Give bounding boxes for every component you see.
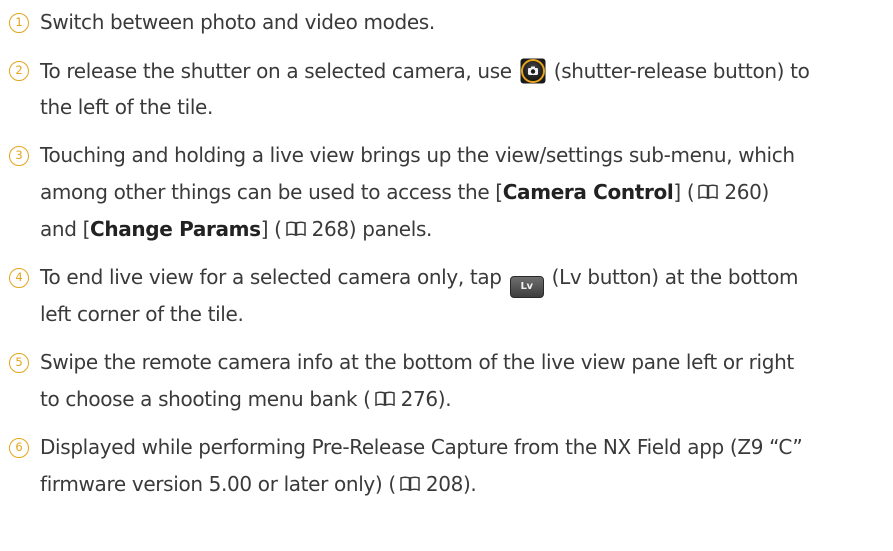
- item-text-segment: ] (: [673, 180, 695, 204]
- page-reference: 268) panels.: [311, 217, 433, 241]
- menu-name-change-params: Change Params: [90, 217, 261, 241]
- menu-name-camera-control: Camera Control: [502, 180, 674, 204]
- item-text-segment: among other things can be used to access…: [40, 180, 503, 204]
- item-text-segment: Swipe the remote camera info at the bott…: [40, 350, 794, 374]
- item-number-badge: 1: [9, 13, 29, 33]
- book-icon: [697, 181, 719, 205]
- item-text-segment: the left of the tile.: [40, 95, 214, 119]
- item-text-line: Switch between photo and video modes.: [40, 10, 435, 34]
- item-text-segment: left corner of the tile.: [40, 302, 244, 326]
- item-number-badge: 4: [9, 268, 29, 288]
- item-text-line: among other things can be used to access…: [40, 180, 769, 205]
- item-text-segment: (shutter-release button) to: [547, 59, 810, 83]
- item-text-segment: to choose a shooting menu bank (: [40, 387, 371, 411]
- item-text-segment: (Lv button) at the bottom: [545, 265, 799, 289]
- item-number-badge: 6: [9, 438, 29, 458]
- item-text-line: to choose a shooting menu bank ( 276).: [40, 387, 452, 412]
- item-number-badge: 5: [9, 353, 29, 373]
- item-text-line: Displayed while performing Pre-Release C…: [40, 435, 803, 459]
- item-text-segment: ] (: [260, 217, 282, 241]
- item-text-line: left corner of the tile.: [40, 302, 244, 326]
- item-number-badge: 2: [9, 61, 29, 81]
- book-icon: [399, 473, 421, 497]
- item-text-line: Swipe the remote camera info at the bott…: [40, 350, 794, 374]
- page-reference: 276).: [400, 387, 452, 411]
- item-text-segment: firmware version 5.00 or later only) (: [40, 472, 396, 496]
- item-text-line: To release the shutter on a selected cam…: [40, 58, 810, 89]
- item-number-badge: 3: [9, 146, 29, 166]
- item-text-segment: To release the shutter on a selected cam…: [40, 59, 518, 83]
- item-text-segment: Displayed while performing Pre-Release C…: [40, 435, 803, 459]
- page-reference: 260): [724, 180, 769, 204]
- item-text-line: the left of the tile.: [40, 95, 213, 119]
- page-reference: 208).: [425, 472, 477, 496]
- shutter-release-button-icon: [520, 58, 546, 89]
- item-text-segment: To end live view for a selected camera o…: [40, 265, 508, 289]
- item-text-line: To end live view for a selected camera o…: [40, 265, 798, 298]
- item-text-segment: and [: [40, 217, 91, 241]
- lv-button-icon: Lv: [509, 276, 544, 298]
- book-icon: [285, 218, 307, 242]
- item-text-line: Touching and holding a live view brings …: [40, 143, 795, 167]
- book-icon: [374, 388, 396, 412]
- item-text-line: firmware version 5.00 or later only) ( 2…: [40, 472, 477, 497]
- item-text-segment: Touching and holding a live view brings …: [40, 143, 795, 167]
- item-text: Switch between photo and video modes.: [40, 10, 435, 34]
- item-text-line: and [Change Params] ( 268) panels.: [40, 217, 432, 242]
